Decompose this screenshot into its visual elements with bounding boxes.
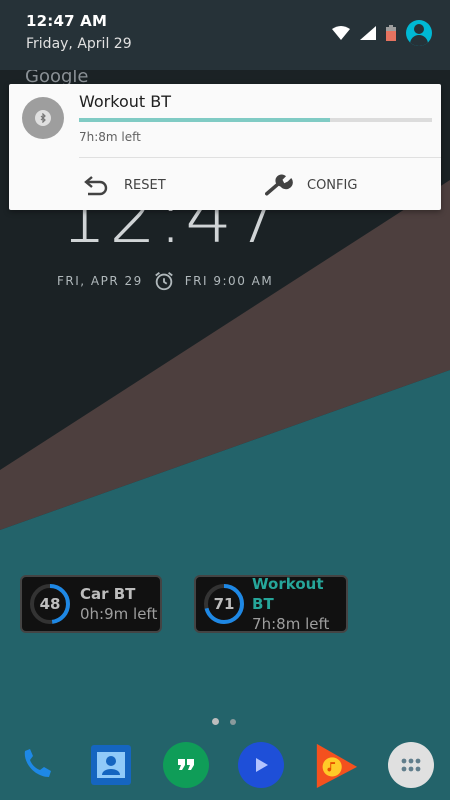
notification-subtitle: 7h:8m left [79, 130, 141, 144]
widget-car-bt[interactable]: 48 Car BT 0h:9m left [20, 575, 162, 633]
widget-ring: 71 [202, 582, 244, 626]
widget-value: 48 [39, 595, 61, 613]
hangouts-icon[interactable] [163, 742, 209, 788]
status-time: 12:47 AM [26, 12, 108, 30]
status-date: Friday, April 29 [26, 36, 132, 52]
play-music-icon[interactable] [313, 742, 359, 788]
battery-icon [386, 25, 396, 41]
reset-label: RESET [124, 177, 166, 193]
page-indicator-active [212, 718, 219, 725]
status-icons [332, 18, 432, 48]
reset-button[interactable]: RESET [82, 170, 166, 200]
play-movies-icon[interactable] [238, 742, 284, 788]
lockscreen-date-row: FRI, APR 29 FRI 9:00 AM [57, 270, 273, 292]
bluetooth-icon-circle [22, 97, 64, 139]
notification-divider [79, 157, 441, 158]
lockscreen-date: FRI, APR 29 [57, 274, 143, 288]
config-label: CONFIG [307, 177, 358, 193]
widget-ring: 48 [28, 582, 72, 626]
notification-title: Workout BT [79, 92, 171, 111]
lockscreen-alarm: FRI 9:00 AM [184, 274, 274, 288]
alarm-clock-icon [154, 272, 173, 291]
page-indicator [230, 719, 236, 725]
avatar-icon[interactable] [406, 20, 432, 46]
notification-progress-fill [79, 118, 330, 122]
widget-value: 71 [213, 595, 235, 613]
widget-name: Car BT [80, 585, 136, 603]
wrench-icon [265, 174, 293, 196]
contacts-icon[interactable] [88, 742, 134, 788]
notification-progress-bar [79, 118, 432, 122]
signal-icon [360, 26, 376, 40]
app-drawer-icon[interactable] [388, 742, 434, 788]
notification-card[interactable]: Workout BT 7h:8m left RESET CONFIG [9, 84, 441, 210]
widget-name: Workout BT [252, 575, 324, 613]
status-header: 12:47 AM Friday, April 29 [0, 0, 450, 70]
config-button[interactable]: CONFIG [265, 170, 357, 200]
widget-time-left: 7h:8m left [252, 615, 330, 633]
bluetooth-icon [35, 110, 51, 126]
reset-icon [84, 176, 108, 196]
widget-workout-bt[interactable]: 71 Workout BT 7h:8m left [194, 575, 348, 633]
phone-icon[interactable] [14, 742, 60, 788]
widget-time-left: 0h:9m left [80, 605, 158, 623]
wifi-icon [332, 26, 350, 40]
